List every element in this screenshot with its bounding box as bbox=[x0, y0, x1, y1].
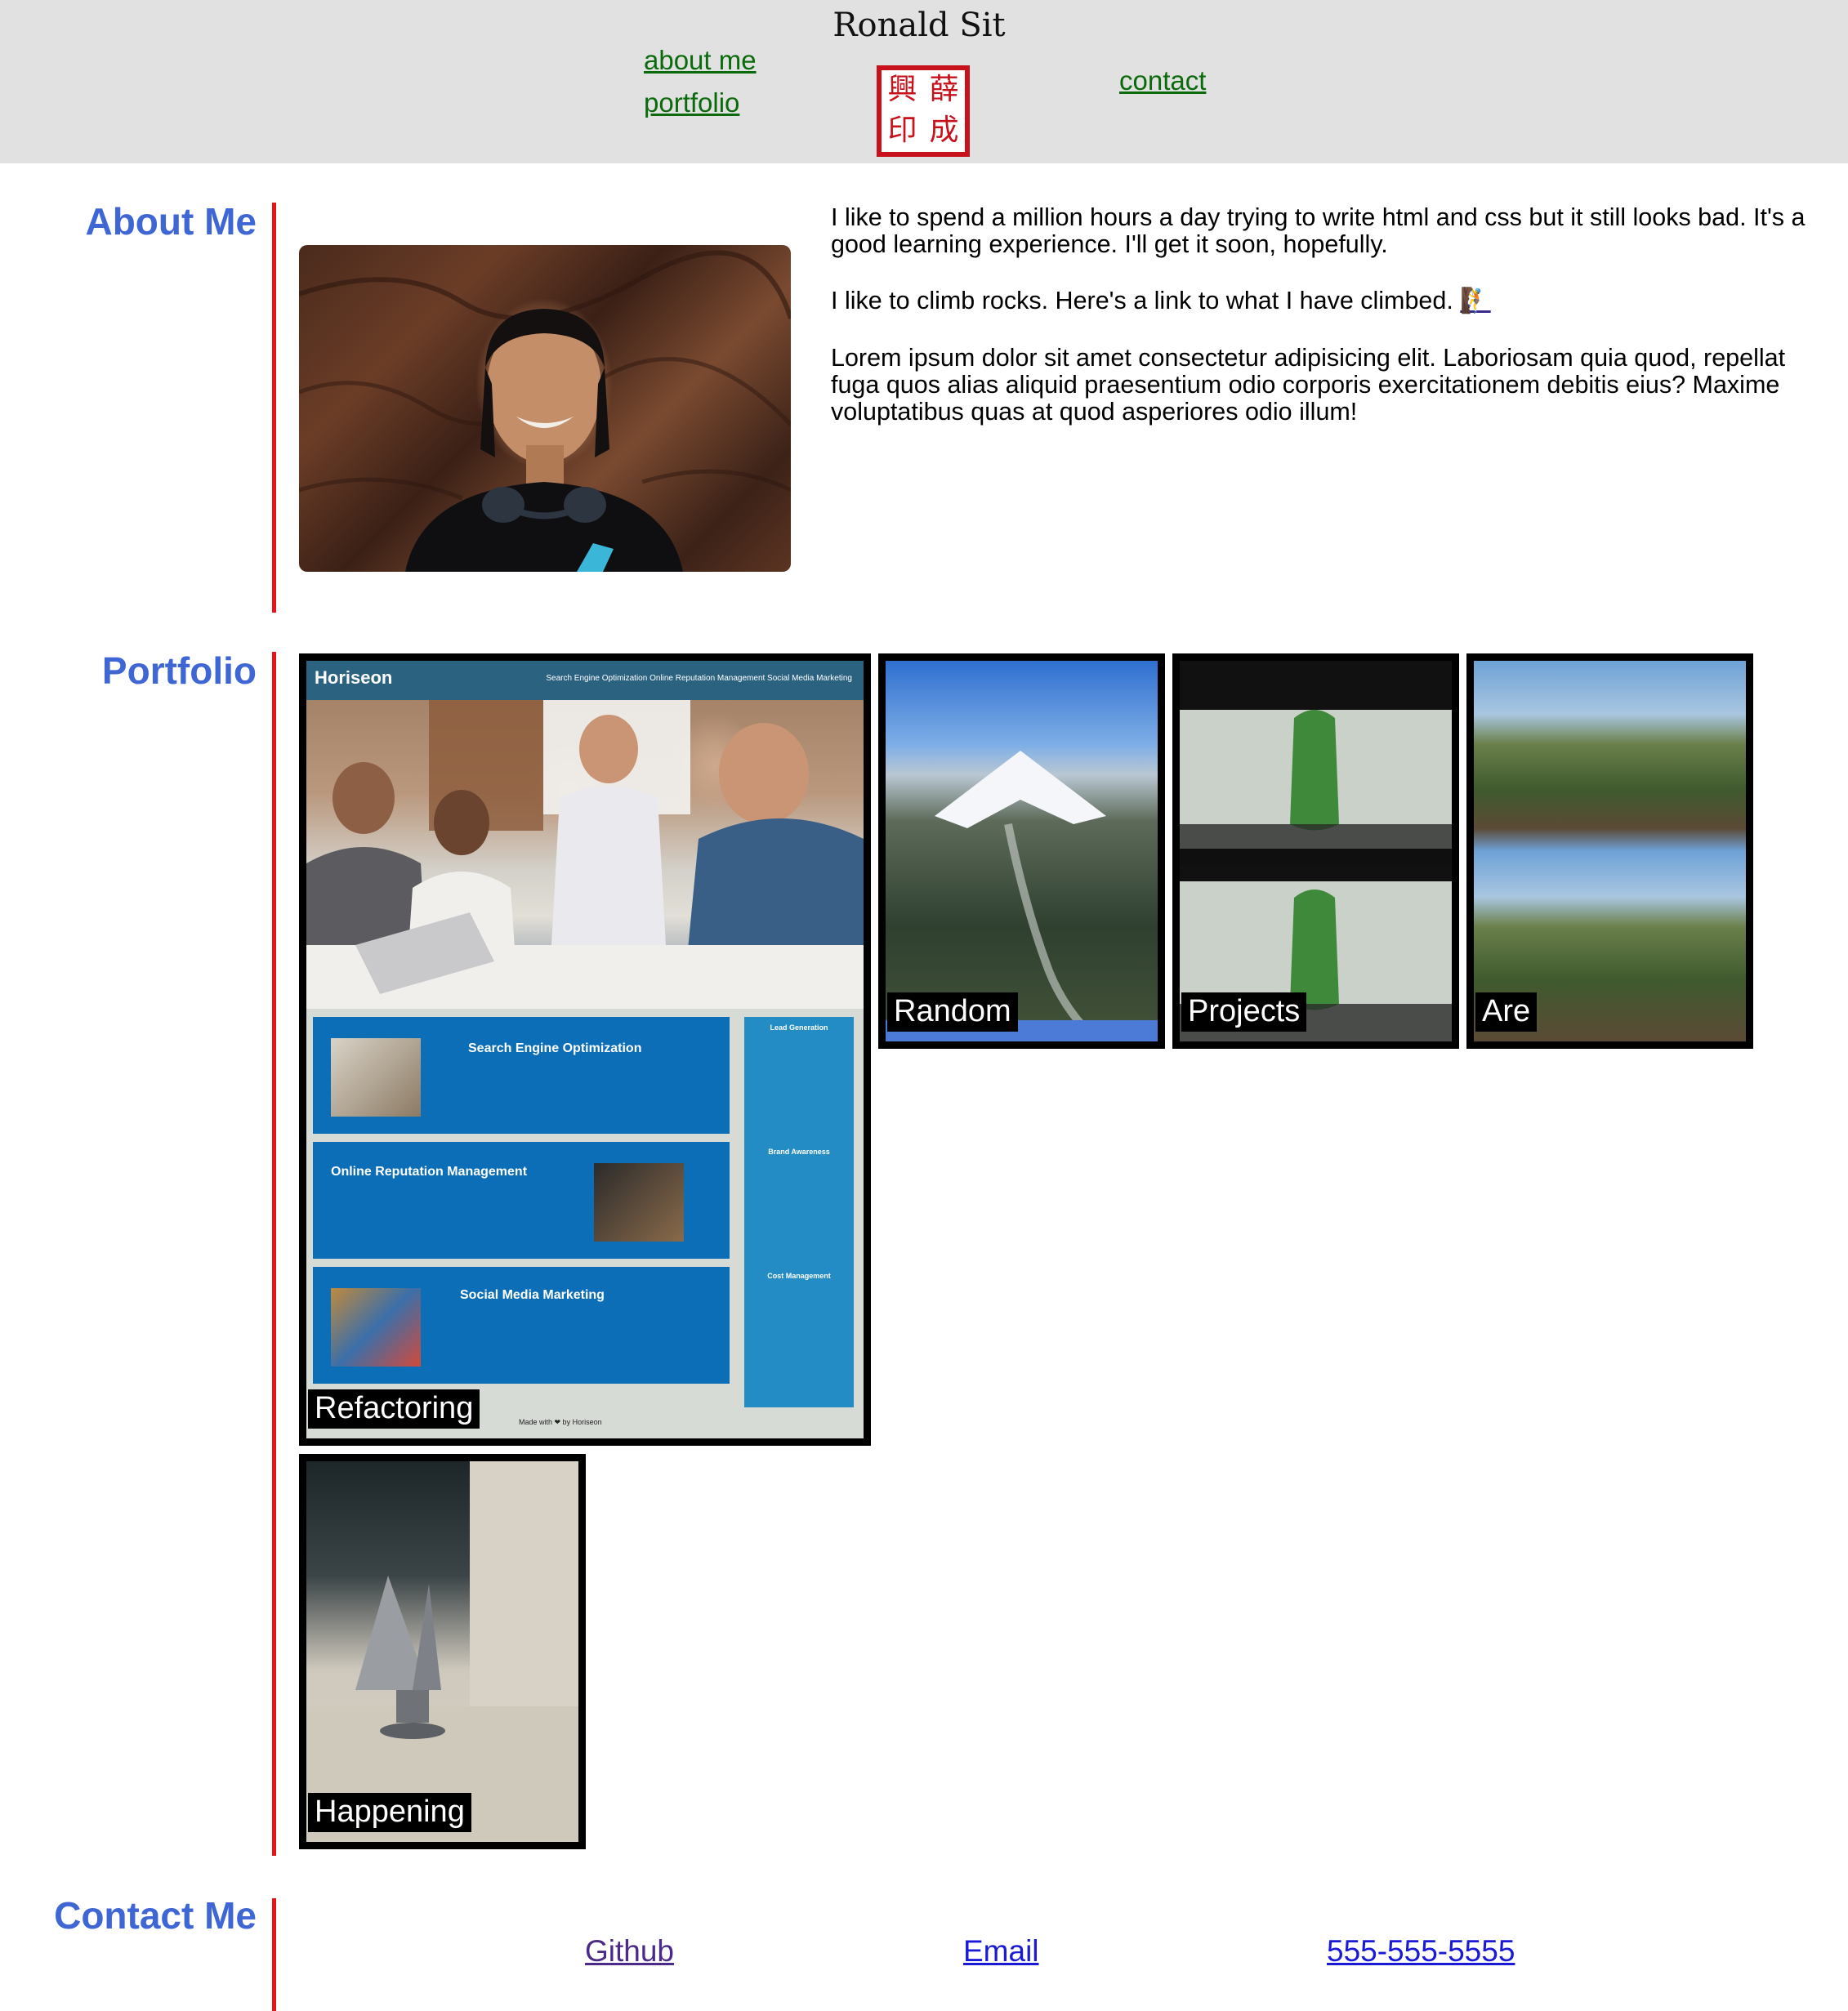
portfolio-section-title: Portfolio bbox=[101, 649, 257, 692]
horiseon-logo: Horiseon bbox=[315, 667, 393, 688]
nav-contact-link[interactable]: contact bbox=[1119, 65, 1206, 96]
horiseon-header: Horiseon Search Engine Optimization Onli… bbox=[306, 661, 864, 700]
seal-char: 薛 bbox=[929, 73, 959, 106]
card-title: Search Engine Optimization bbox=[468, 1041, 642, 1055]
nav-about-link[interactable]: about me bbox=[644, 45, 757, 76]
horiseon-sidebar: Lead Generation Brand Awareness Cost Man… bbox=[744, 1017, 854, 1407]
climbing-link-icon[interactable]: 🧗 bbox=[1460, 288, 1490, 314]
contact-section-divider bbox=[272, 1898, 276, 2011]
seo-thumbnail bbox=[331, 1038, 421, 1117]
horiseon-screenshot: Horiseon Search Engine Optimization Onli… bbox=[306, 661, 864, 1438]
about-paragraph-3: Lorem ipsum dolor sit amet consectetur a… bbox=[831, 345, 1836, 426]
horiseon-card-reputation: Online Reputation Management bbox=[313, 1142, 730, 1259]
landscape-photo bbox=[1474, 661, 1746, 1041]
sidebar-heading: Lead Generation bbox=[770, 1023, 828, 1032]
social-thumbnail bbox=[331, 1288, 421, 1367]
contact-section-title: Contact Me bbox=[54, 1894, 257, 1937]
card-title: Online Reputation Management bbox=[331, 1165, 528, 1179]
portfolio-tile-are[interactable]: Are bbox=[1466, 653, 1753, 1049]
portfolio-tile-random[interactable]: Random bbox=[878, 653, 1165, 1049]
horiseon-body: Search Engine Optimization Online Reputa… bbox=[306, 1009, 864, 1438]
about-paragraph-2: I like to climb rocks. Here's a link to … bbox=[831, 287, 1836, 315]
about-section-title: About Me bbox=[85, 200, 257, 243]
tile-caption: Are bbox=[1475, 992, 1538, 1032]
about-text-3: Lorem ipsum dolor sit amet consectetur a… bbox=[831, 344, 1786, 426]
portfolio-section-divider bbox=[272, 652, 276, 1856]
portfolio-tile-refactoring[interactable]: Horiseon Search Engine Optimization Onli… bbox=[299, 653, 871, 1446]
profile-photo bbox=[299, 245, 791, 572]
reputation-thumbnail bbox=[594, 1163, 684, 1242]
card-title: Social Media Marketing bbox=[460, 1288, 605, 1302]
tile-caption: Projects bbox=[1181, 992, 1307, 1032]
site-name: Ronald Sit bbox=[832, 7, 1006, 44]
seal-char: 印 bbox=[887, 114, 917, 147]
github-link[interactable]: Github bbox=[585, 1934, 674, 1969]
sidebar-heading: Cost Management bbox=[767, 1272, 831, 1280]
horiseon-nav: Search Engine Optimization Online Reputa… bbox=[546, 674, 852, 683]
portfolio-tile-happening[interactable]: Happening bbox=[299, 1454, 586, 1849]
nav-portfolio-link[interactable]: portfolio bbox=[644, 87, 739, 118]
phone-link[interactable]: 555-555-5555 bbox=[1327, 1934, 1515, 1969]
about-text-1: I like to spend a million hours a day tr… bbox=[831, 203, 1806, 258]
about-section-divider bbox=[272, 203, 276, 613]
name-seal-logo: 興 薛 印 成 bbox=[877, 65, 970, 157]
tile-caption: Random bbox=[887, 992, 1018, 1032]
site-header: Ronald Sit about me portfolio contact 興 … bbox=[0, 0, 1848, 163]
about-paragraph-1: I like to spend a million hours a day tr… bbox=[831, 204, 1836, 258]
seal-char: 興 bbox=[887, 73, 917, 106]
seal-char: 成 bbox=[929, 114, 959, 147]
email-link[interactable]: Email bbox=[963, 1934, 1039, 1969]
horiseon-card-seo: Search Engine Optimization bbox=[313, 1017, 730, 1134]
shuttle-model-photo bbox=[306, 1461, 578, 1842]
about-text-2: I like to climb rocks. Here's a link to … bbox=[831, 287, 1453, 314]
tile-caption: Refactoring bbox=[308, 1389, 480, 1429]
horiseon-card-social: Social Media Marketing bbox=[313, 1267, 730, 1384]
horiseon-footer: Made with ❤ by Horiseon bbox=[519, 1418, 602, 1426]
cactuar-photo bbox=[1180, 661, 1452, 1041]
horiseon-hero-image bbox=[306, 700, 864, 1009]
portfolio-tile-projects[interactable]: Projects bbox=[1172, 653, 1459, 1049]
sidebar-heading: Brand Awareness bbox=[768, 1148, 830, 1156]
tile-caption: Happening bbox=[308, 1793, 471, 1832]
mountain-photo bbox=[886, 661, 1158, 1041]
